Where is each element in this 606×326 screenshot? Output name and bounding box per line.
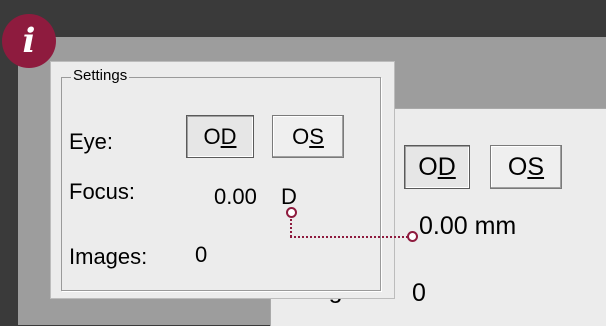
zoomed-images-value: 0 bbox=[412, 279, 426, 307]
callout-end-marker bbox=[407, 231, 418, 242]
settings-group-title: Settings bbox=[71, 67, 130, 84]
focus-unit: D bbox=[281, 184, 297, 209]
zoomed-os-button[interactable]: OS bbox=[490, 145, 562, 189]
eye-label: Eye: bbox=[69, 129, 114, 154]
zoomed-focus-value: 0.00 mm bbox=[419, 212, 517, 240]
callout-connector-horizontal bbox=[290, 236, 412, 238]
settings-panel: Settings Eye: OD OS Focus: 0.00 D Images… bbox=[50, 61, 395, 299]
zoomed-od-button[interactable]: OD bbox=[404, 145, 470, 189]
os-button[interactable]: OS bbox=[272, 115, 344, 158]
od-button[interactable]: OD bbox=[186, 115, 254, 158]
images-label: Images: bbox=[69, 244, 148, 269]
focus-label: Focus: bbox=[69, 179, 136, 204]
focus-value: 0.00 bbox=[214, 184, 257, 209]
images-value: 0 bbox=[195, 242, 208, 267]
callout-start-marker bbox=[286, 207, 297, 218]
info-icon: i bbox=[2, 14, 56, 68]
